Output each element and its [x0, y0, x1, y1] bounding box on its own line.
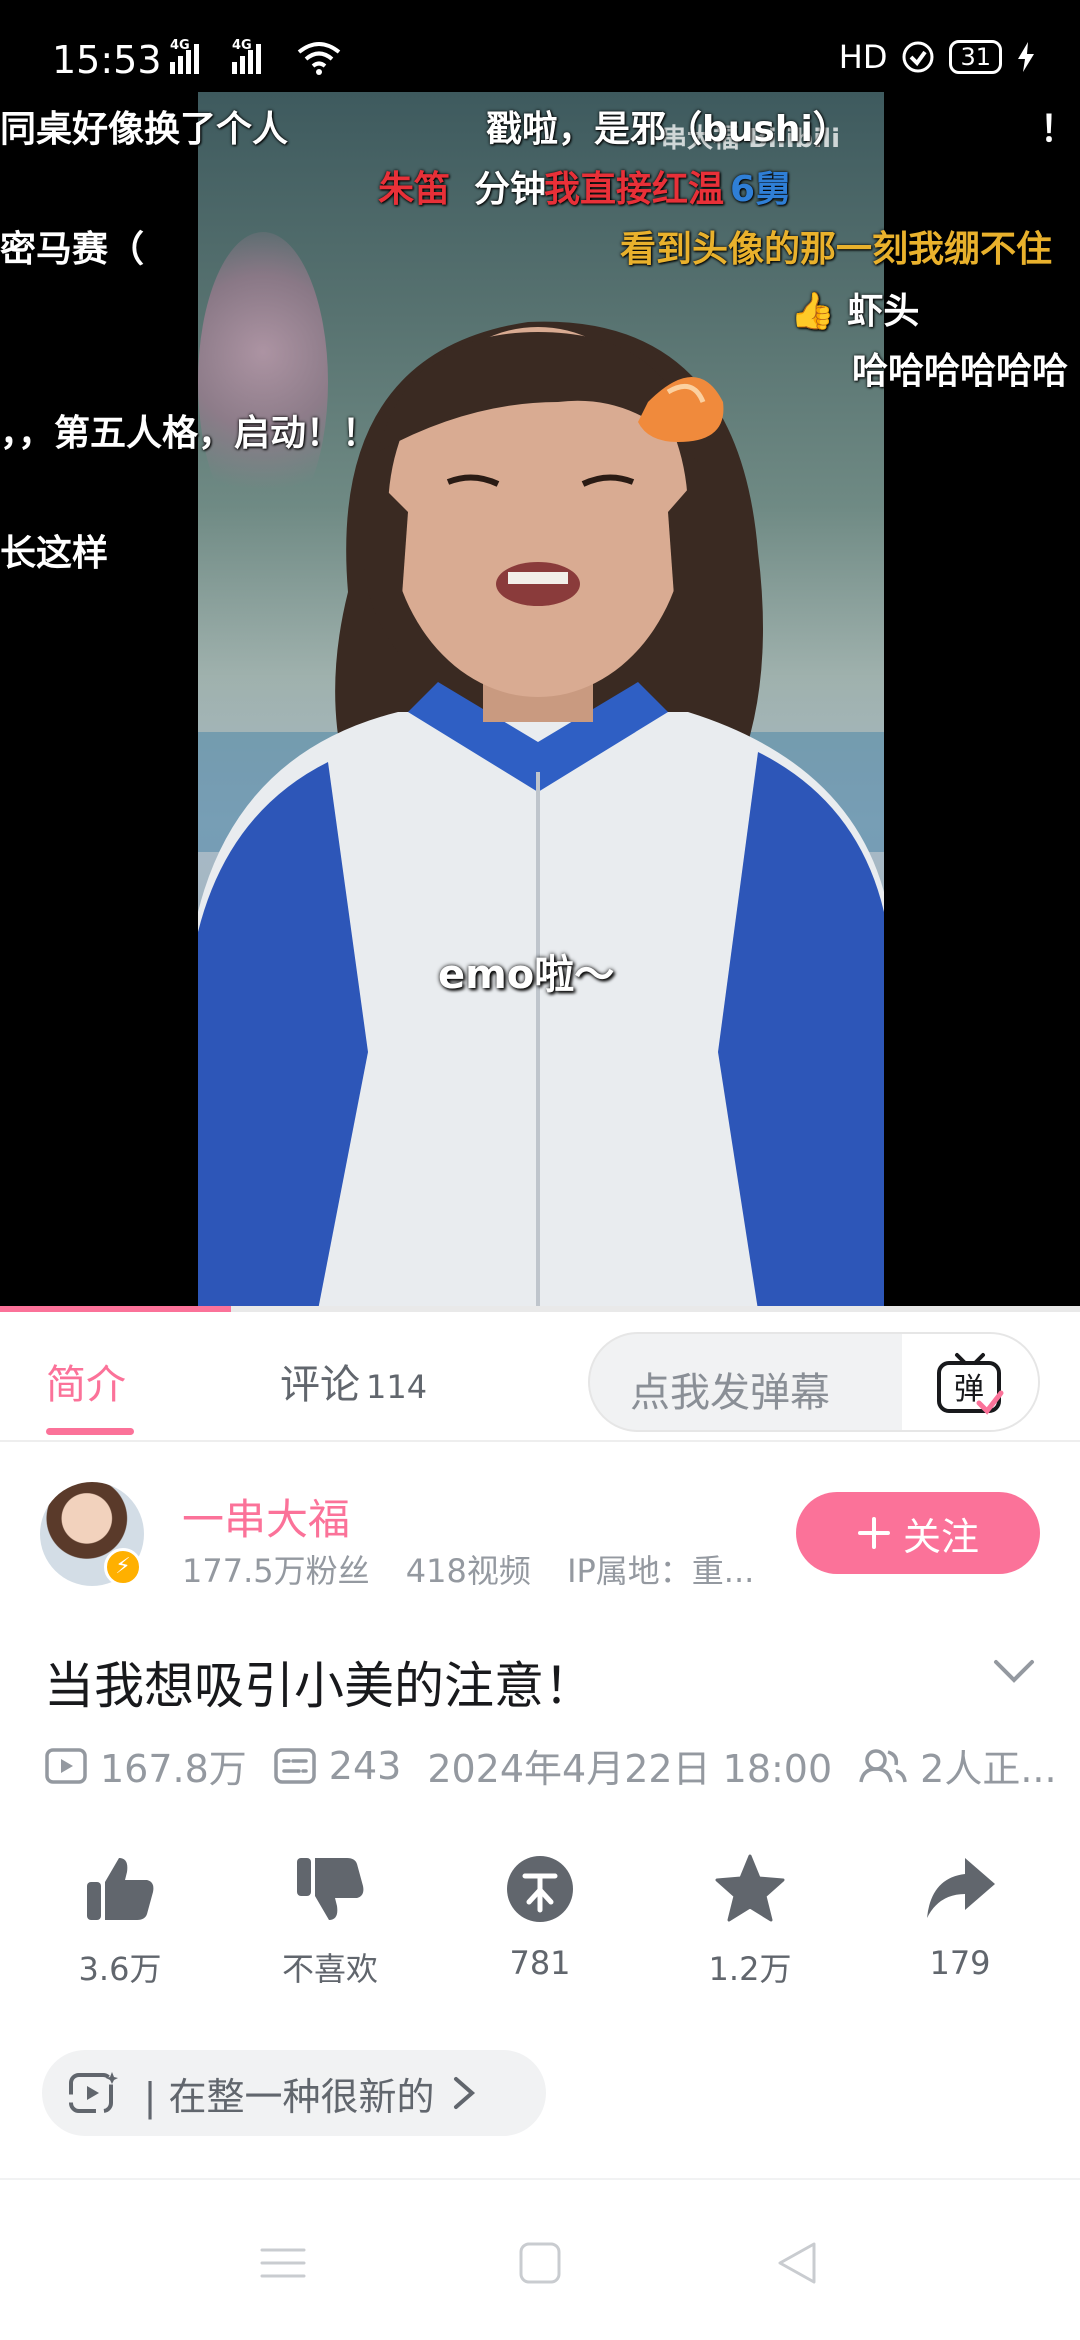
signal-icon: 4G — [170, 38, 199, 74]
video-caption: emo啦～ — [438, 952, 615, 998]
thumbs-up-icon — [87, 1858, 154, 1920]
uploader-row: ⚡ 一串大福 177.5万粉丝 418视频 IP属地：重... 关注 — [0, 1472, 1080, 1602]
view-count: 167.8万 — [44, 1738, 247, 1793]
coin-icon — [507, 1856, 573, 1922]
danmaku-toggle-button[interactable]: 弹 — [902, 1334, 1038, 1430]
action-bar: 3.6万 不喜欢 781 1.2万 179 — [40, 1852, 1040, 1990]
thumbs-up-icon: 👍 — [790, 291, 835, 332]
video-player[interactable]: 串大福 Bilibili 同桌好像换了个人 戳啦，是邪（bushi） ！ 朱笛 … — [0, 0, 1080, 1310]
video-progress-fill — [0, 1306, 232, 1312]
back-icon[interactable] — [772, 2238, 822, 2288]
video-progress-bar[interactable] — [0, 1306, 1080, 1312]
uploader-ip: IP属地：重... — [567, 1552, 755, 1590]
video-frame[interactable]: 串大福 Bilibili — [198, 92, 884, 1310]
like-button[interactable]: 3.6万 — [40, 1852, 200, 1990]
tab-comments-label: 评论 — [280, 1362, 360, 1408]
danmaku-item: ，，第五人格，启动！！ — [0, 413, 379, 454]
danmaku-item: 长这样 — [0, 533, 109, 574]
ai-summary-icon — [69, 2072, 118, 2113]
danmaku-count-icon — [274, 1747, 316, 1784]
share-icon — [927, 1858, 995, 1918]
danmaku-count: 243 — [273, 1743, 402, 1788]
danmaku-item: 6舅 — [730, 169, 792, 210]
danmaku-item: 哈哈哈哈哈哈 — [852, 351, 1069, 392]
verified-badge-icon: ⚡ — [104, 1548, 142, 1586]
status-bar: 15:53 4G 4G HD 31 — [0, 0, 1080, 120]
home-icon[interactable] — [518, 2238, 562, 2288]
tab-comments[interactable]: 评论 114 — [280, 1352, 427, 1410]
follow-button[interactable]: 关注 — [796, 1492, 1040, 1574]
publish-time: 2024年4月22日 18:00 — [427, 1747, 833, 1791]
dislike-label: 不喜欢 — [281, 1950, 378, 1988]
comments-count: 114 — [366, 1368, 428, 1406]
favorite-count: 1.2万 — [708, 1950, 792, 1988]
play-count-icon — [45, 1747, 87, 1784]
video-stats: 167.8万 243 2024年4月22日 18:00 2人正... — [44, 1738, 1080, 1793]
danmaku-item: 分钟 — [474, 169, 547, 210]
dislike-button[interactable]: 不喜欢 — [250, 1852, 410, 1990]
chevron-right-icon — [454, 2077, 476, 2109]
danmaku-count-text: 243 — [328, 1743, 402, 1788]
plus-icon — [857, 1517, 890, 1549]
network-type: 4G — [232, 38, 252, 53]
signal-icon: 4G — [232, 38, 261, 74]
danmaku-input[interactable]: 点我发弹幕 弹 — [588, 1332, 1040, 1432]
data-saver-icon — [902, 41, 934, 73]
people-icon — [859, 1748, 907, 1782]
tab-intro[interactable]: 简介 — [46, 1352, 126, 1410]
thumbs-down-icon — [297, 1858, 364, 1920]
share-count: 179 — [929, 1944, 991, 1982]
hd-indicator: HD — [838, 38, 888, 76]
chevron-down-icon[interactable] — [992, 1656, 1036, 1686]
favorite-button[interactable]: 1.2万 — [670, 1852, 830, 1990]
star-icon — [715, 1854, 785, 1922]
uploader-name[interactable]: 一串大福 — [182, 1486, 350, 1547]
watching-now-text: 2人正... — [920, 1747, 1057, 1791]
divider — [0, 2178, 1080, 2180]
danmaku-tv-icon: 弹 — [937, 1353, 1004, 1415]
battery-indicator: 31 — [949, 40, 1002, 74]
coin-count: 781 — [509, 1944, 571, 1982]
status-time: 15:53 — [52, 38, 162, 82]
danmaku-item: 看到头像的那一刻我绷不住 — [620, 229, 1053, 270]
menu-icon[interactable] — [258, 2238, 308, 2288]
active-tab-indicator — [46, 1428, 134, 1435]
system-nav-bar — [0, 2200, 1080, 2340]
charging-icon — [1018, 42, 1034, 72]
share-button[interactable]: 179 — [880, 1852, 1040, 1990]
video-title: 当我想吸引小美的注意！ — [44, 1657, 594, 1715]
danmaku-item-text: 虾头 — [847, 291, 920, 332]
status-right: HD 31 — [839, 38, 1036, 76]
tag-chip-text: | 在整一种很新的 — [136, 2074, 435, 2119]
tag-chip[interactable]: | 在整一种很新的 — [42, 2050, 546, 2136]
watching-now: 2人正... — [858, 1738, 1057, 1793]
danmaku-item: 密马赛（ — [0, 229, 145, 270]
uploader-videos: 418视频 — [405, 1552, 531, 1590]
network-type: 4G — [170, 38, 190, 53]
follow-label: 关注 — [902, 1514, 979, 1559]
wifi-icon — [297, 42, 341, 75]
danmaku-input-placeholder: 点我发弹幕 — [630, 1370, 830, 1416]
tab-bar: 简介 评论 114 点我发弹幕 弹 — [0, 1312, 1080, 1442]
view-count-text: 167.8万 — [100, 1747, 247, 1791]
like-count: 3.6万 — [78, 1950, 162, 1988]
uploader-fans: 177.5万粉丝 — [182, 1552, 370, 1590]
coin-button[interactable]: 781 — [460, 1852, 620, 1990]
danmaku-item: 我直接红温 — [544, 169, 725, 210]
danmaku-item: 👍 虾头 — [790, 282, 919, 334]
danmaku-item: 朱笛 — [378, 169, 451, 210]
uploader-meta: 177.5万粉丝 418视频 IP属地：重... — [182, 1546, 780, 1592]
